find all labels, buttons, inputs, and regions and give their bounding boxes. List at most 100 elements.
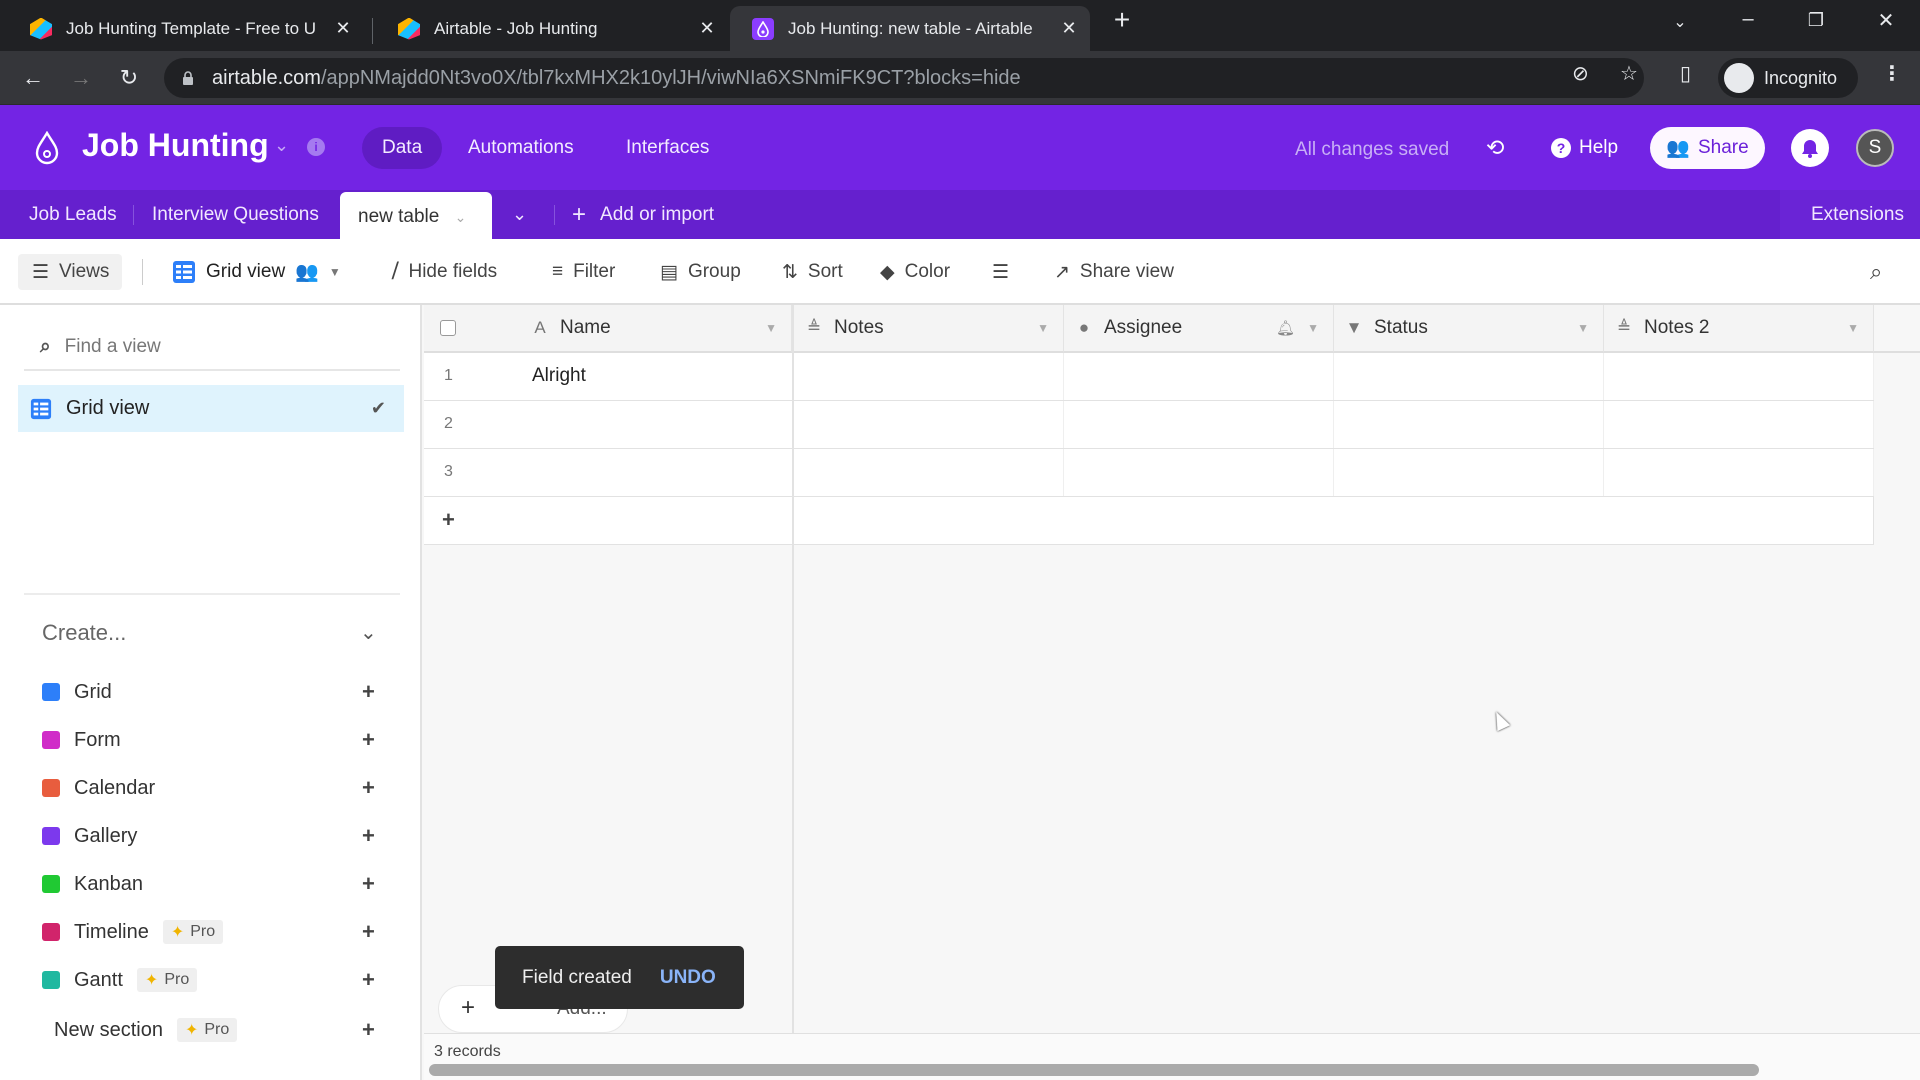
base-name[interactable]: Job Hunting bbox=[82, 127, 269, 164]
create-timeline[interactable]: Timeline ✦ Pro + bbox=[42, 917, 375, 947]
cell-notes[interactable] bbox=[794, 449, 1064, 496]
incognito-badge[interactable]: Incognito bbox=[1718, 58, 1858, 98]
nav-data[interactable]: Data bbox=[362, 127, 443, 169]
filter-button[interactable]: ≡ Filter bbox=[552, 254, 615, 290]
history-icon[interactable]: ⟲ bbox=[1486, 135, 1504, 161]
table-tab-new-table[interactable]: new table ⌄ bbox=[340, 192, 492, 239]
create-gantt[interactable]: Gantt ✦ Pro + bbox=[42, 965, 375, 995]
create-section-header[interactable]: Create... bbox=[42, 620, 126, 646]
tab-search-icon[interactable]: ⌄ bbox=[1660, 12, 1700, 32]
caret-down-icon[interactable]: ▼ bbox=[1307, 321, 1319, 335]
close-tab-icon[interactable]: ✕ bbox=[694, 18, 720, 39]
nav-automations[interactable]: Automations bbox=[448, 127, 594, 169]
sidebar-view-grid-view[interactable]: Grid view ✔ bbox=[18, 385, 404, 432]
back-icon[interactable]: ← bbox=[18, 63, 48, 93]
caret-down-icon[interactable]: ▼ bbox=[1847, 321, 1859, 335]
plus-icon[interactable]: + bbox=[461, 994, 475, 1022]
table-row[interactable]: 2 bbox=[424, 401, 1874, 449]
browser-tab[interactable]: Job Hunting Template - Free to U ✕ bbox=[8, 6, 364, 51]
table-row[interactable]: 3 bbox=[424, 449, 1874, 497]
caret-down-icon[interactable]: ▼ bbox=[765, 321, 777, 335]
create-new-section[interactable]: New section ✦ Pro + bbox=[54, 1015, 375, 1045]
cell-status[interactable] bbox=[1334, 353, 1604, 400]
add-or-import-button[interactable]: + Add or import bbox=[572, 190, 714, 239]
base-drop-icon[interactable] bbox=[34, 130, 60, 165]
new-tab-button[interactable]: + bbox=[1102, 4, 1142, 36]
undo-button[interactable]: UNDO bbox=[660, 967, 716, 989]
group-button[interactable]: ▤ Group bbox=[660, 254, 741, 290]
row-height-button[interactable]: ☰ bbox=[992, 254, 1009, 290]
horizontal-scrollbar[interactable] bbox=[429, 1064, 1759, 1076]
info-icon[interactable]: i bbox=[307, 138, 325, 156]
add-row-plus-icon[interactable]: + bbox=[442, 507, 455, 533]
add-row[interactable]: + bbox=[424, 497, 1874, 545]
cell-assignee[interactable] bbox=[1064, 353, 1334, 400]
cell-notes-2[interactable] bbox=[1604, 401, 1874, 448]
caret-down-icon[interactable]: ▼ bbox=[1577, 321, 1589, 335]
cell-status[interactable] bbox=[1334, 449, 1604, 496]
color-button[interactable]: ◆ Color bbox=[880, 254, 950, 290]
select-all-checkbox[interactable] bbox=[440, 320, 456, 336]
close-tab-icon[interactable]: ✕ bbox=[1056, 18, 1082, 39]
extensions-button[interactable]: Extensions bbox=[1780, 190, 1920, 239]
create-grid[interactable]: Grid + bbox=[42, 677, 375, 707]
plus-icon[interactable]: + bbox=[362, 967, 375, 993]
all-tables-chevron-icon[interactable]: ⌄ bbox=[512, 190, 527, 239]
address-bar[interactable]: airtable.com/appNMajdd0Nt3vo0X/tbl7kxMHX… bbox=[164, 58, 1644, 98]
search-icon[interactable]: ⌕ bbox=[1870, 254, 1882, 290]
cell-name[interactable]: Alright bbox=[424, 353, 794, 400]
cell-notes[interactable] bbox=[794, 401, 1064, 448]
plus-icon[interactable]: + bbox=[362, 775, 375, 801]
create-kanban[interactable]: Kanban + bbox=[42, 869, 375, 899]
close-window-icon[interactable]: ✕ bbox=[1866, 8, 1906, 33]
hide-fields-button[interactable]: ⧸ Hide fields bbox=[392, 254, 497, 290]
cell-name[interactable] bbox=[424, 401, 794, 448]
create-form[interactable]: Form + bbox=[42, 725, 375, 755]
cell-assignee[interactable] bbox=[1064, 449, 1334, 496]
plus-icon[interactable]: + bbox=[362, 919, 375, 945]
table-row[interactable]: 1 Alright bbox=[424, 353, 1874, 401]
nav-interfaces[interactable]: Interfaces bbox=[606, 127, 729, 169]
avatar[interactable]: S bbox=[1856, 129, 1894, 167]
create-gallery[interactable]: Gallery + bbox=[42, 821, 375, 851]
share-view-button[interactable]: ↗ Share view bbox=[1054, 254, 1174, 290]
find-view-input[interactable]: ⌕ Find a view bbox=[24, 325, 400, 371]
chevron-down-icon[interactable]: ⌄ bbox=[455, 209, 467, 225]
minimize-icon[interactable]: – bbox=[1728, 8, 1768, 31]
plus-icon[interactable]: + bbox=[362, 1017, 375, 1043]
reload-icon[interactable]: ↻ bbox=[114, 63, 144, 93]
notify-bell-icon[interactable]: 🔔︎ bbox=[1276, 319, 1295, 337]
view-switcher[interactable]: Grid view 👥 ▼ bbox=[172, 254, 341, 290]
help-button[interactable]: ? Help bbox=[1551, 137, 1618, 159]
chevron-down-icon[interactable]: ⌄ bbox=[274, 135, 289, 156]
sort-button[interactable]: ⇅ Sort bbox=[782, 254, 843, 290]
table-tab-interview-questions[interactable]: Interview Questions bbox=[152, 190, 319, 239]
cell-notes-2[interactable] bbox=[1604, 353, 1874, 400]
browser-menu-icon[interactable]: ⋮ bbox=[1882, 61, 1902, 86]
chevron-down-icon[interactable]: ⌄ bbox=[360, 620, 377, 645]
forward-icon[interactable]: → bbox=[66, 63, 96, 93]
bookmark-star-icon[interactable]: ☆ bbox=[1620, 61, 1638, 86]
add-field-area[interactable] bbox=[1874, 305, 1920, 353]
restore-icon[interactable]: ❐ bbox=[1796, 10, 1836, 31]
plus-icon[interactable]: + bbox=[362, 871, 375, 897]
caret-down-icon[interactable]: ▼ bbox=[1037, 321, 1049, 335]
side-panel-icon[interactable]: ▯ bbox=[1680, 61, 1691, 86]
browser-tab-active[interactable]: Job Hunting: new table - Airtable ✕ bbox=[730, 6, 1090, 51]
views-button[interactable]: ☰ Views bbox=[18, 254, 122, 290]
column-header-name[interactable]: A Name ▼ bbox=[424, 305, 792, 353]
cell-name[interactable] bbox=[424, 449, 794, 496]
column-header-status[interactable]: ▼ Status ▼ bbox=[1334, 305, 1604, 353]
share-button[interactable]: 👥 Share bbox=[1650, 127, 1765, 169]
eye-slash-icon[interactable]: ⊘ bbox=[1572, 61, 1589, 86]
plus-icon[interactable]: + bbox=[362, 823, 375, 849]
plus-icon[interactable]: + bbox=[362, 727, 375, 753]
cell-notes-2[interactable] bbox=[1604, 449, 1874, 496]
close-tab-icon[interactable]: ✕ bbox=[330, 18, 356, 39]
notifications-button[interactable] bbox=[1791, 129, 1829, 167]
cell-assignee[interactable] bbox=[1064, 401, 1334, 448]
column-header-assignee[interactable]: ● Assignee 🔔︎ ▼ bbox=[1064, 305, 1334, 353]
cell-status[interactable] bbox=[1334, 401, 1604, 448]
cell-notes[interactable] bbox=[794, 353, 1064, 400]
browser-tab[interactable]: Airtable - Job Hunting ✕ bbox=[376, 6, 728, 51]
